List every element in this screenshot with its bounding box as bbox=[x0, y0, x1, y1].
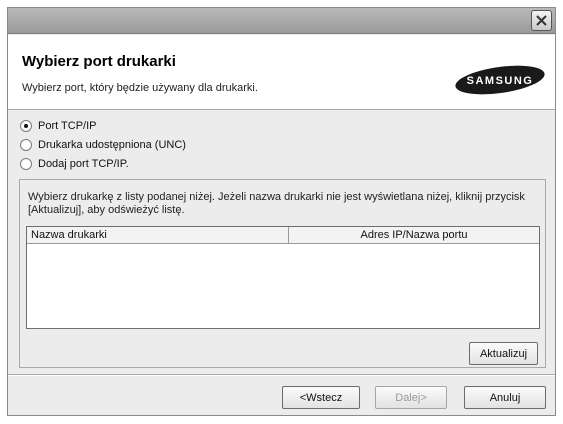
radio-button[interactable] bbox=[20, 120, 32, 132]
close-icon bbox=[536, 15, 547, 26]
printer-list-header: Nazwa drukarki Adres IP/Nazwa portu bbox=[27, 227, 539, 244]
samsung-logo: SAMSUNG bbox=[455, 65, 545, 95]
radio-button[interactable] bbox=[20, 158, 32, 170]
footer-separator bbox=[8, 374, 555, 376]
radio-shared-printer-unc[interactable]: Drukarka udostępniona (UNC) bbox=[20, 137, 186, 153]
radio-label: Drukarka udostępniona (UNC) bbox=[38, 139, 186, 151]
column-printer-name[interactable]: Nazwa drukarki bbox=[27, 227, 289, 244]
column-ip-address[interactable]: Adres IP/Nazwa portu bbox=[289, 227, 539, 244]
printer-list-description: Wybierz drukarkę z listy podanej niżej. … bbox=[28, 191, 525, 216]
refresh-button[interactable]: Aktualizuj bbox=[469, 342, 538, 365]
radio-label: Dodaj port TCP/IP. bbox=[38, 158, 129, 170]
printer-list-group: Wybierz drukarkę z listy podanej niżej. … bbox=[19, 179, 546, 368]
title-bar bbox=[8, 8, 555, 34]
next-button[interactable]: Dalej> bbox=[375, 386, 447, 409]
wizard-header: Wybierz port drukarki Wybierz port, któr… bbox=[8, 35, 555, 110]
radio-button[interactable] bbox=[20, 139, 32, 151]
page-subtitle: Wybierz port, który będzie używany dla d… bbox=[22, 82, 258, 94]
printer-list[interactable]: Nazwa drukarki Adres IP/Nazwa portu bbox=[26, 226, 540, 329]
radio-port-tcpip[interactable]: Port TCP/IP bbox=[20, 118, 96, 134]
page-title: Wybierz port drukarki bbox=[22, 53, 176, 70]
back-button[interactable]: <Wstecz bbox=[282, 386, 360, 409]
close-button[interactable] bbox=[531, 10, 552, 31]
printer-port-dialog: Wybierz port drukarki Wybierz port, któr… bbox=[7, 7, 556, 416]
radio-add-tcpip-port[interactable]: Dodaj port TCP/IP. bbox=[20, 156, 129, 172]
cancel-button[interactable]: Anuluj bbox=[464, 386, 546, 409]
radio-label: Port TCP/IP bbox=[38, 120, 97, 132]
svg-text:SAMSUNG: SAMSUNG bbox=[467, 75, 534, 87]
